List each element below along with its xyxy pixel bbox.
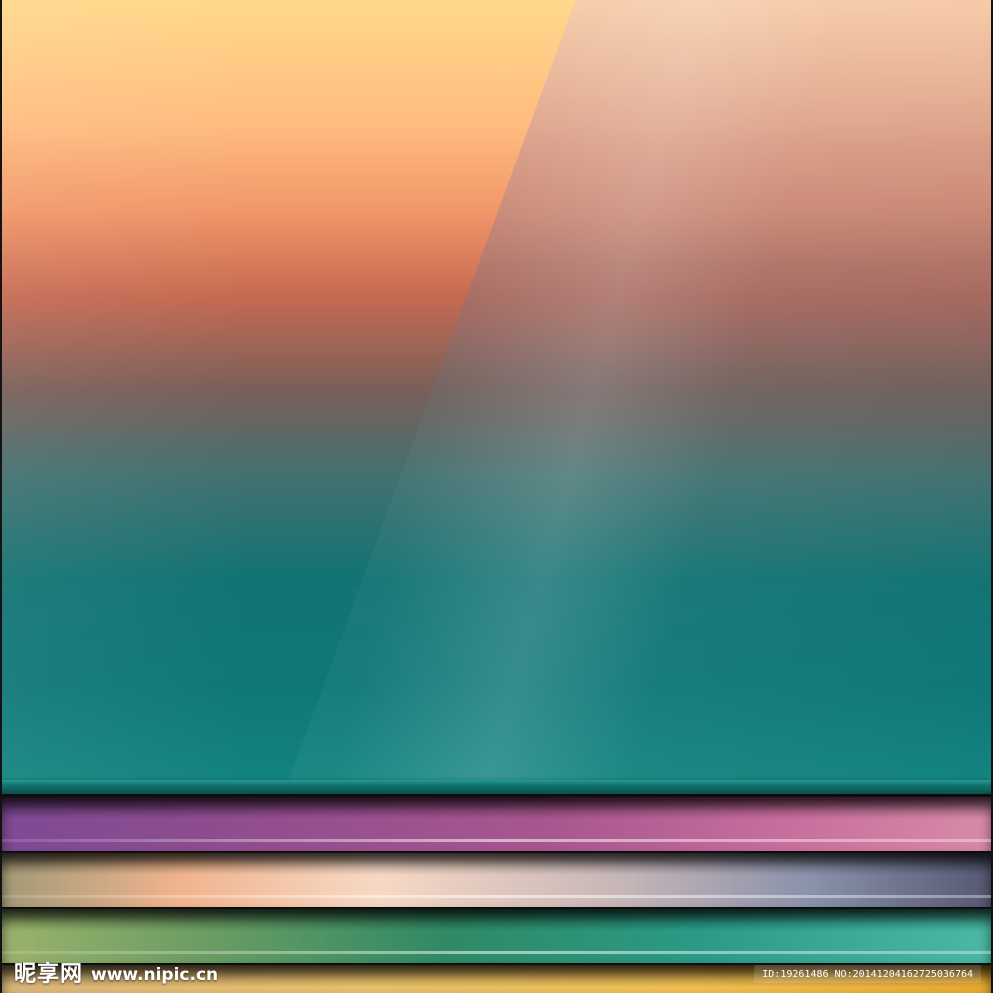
peach-gradient-stripe bbox=[2, 853, 991, 907]
image-id-badge: ID:19261486 NO:20141204162725036764 bbox=[754, 965, 981, 983]
hero-gradient-panel bbox=[2, 0, 991, 780]
green-gradient-stripe bbox=[2, 909, 991, 963]
gradient-artwork: 昵享网 www.nipic.cn ID:19261486 NO:20141204… bbox=[0, 0, 993, 993]
teal-shelf-edge bbox=[2, 780, 991, 794]
purple-gradient-stripe bbox=[2, 797, 991, 851]
left-edge-highlight bbox=[2, 0, 991, 780]
